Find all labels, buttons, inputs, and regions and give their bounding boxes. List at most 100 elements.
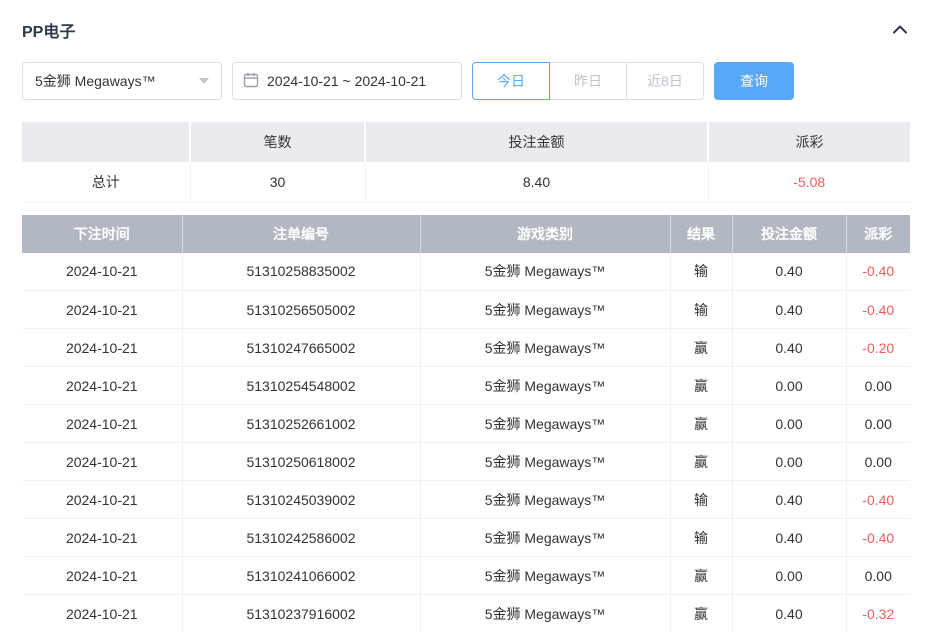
result-cell: 输 — [670, 481, 732, 519]
summary-header-row: 笔数投注金额派彩 — [22, 122, 910, 162]
order-id-cell: 51310241066002 — [182, 557, 420, 595]
summary-count-cell: 30 — [190, 162, 365, 202]
quick-filter-button[interactable]: 今日 — [472, 62, 550, 100]
bet-time-cell: 2024-10-21 — [22, 329, 182, 367]
table-row: 2024-10-21513102410660025金狮 Megaways™赢0.… — [22, 557, 910, 595]
result-cell: 赢 — [670, 367, 732, 405]
quick-filter-button[interactable]: 昨日 — [549, 62, 627, 100]
bet-table-header-cell: 游戏类别 — [420, 215, 670, 253]
quick-filter-group: 今日昨日近8日 — [472, 62, 704, 100]
payout-cell: 0.00 — [846, 557, 910, 595]
order-id-cell: 51310258835002 — [182, 253, 420, 291]
date-range-picker[interactable]: 2024-10-21 ~ 2024-10-21 — [232, 62, 462, 100]
bet-amount-cell: 0.40 — [732, 329, 846, 367]
bet-amount-cell: 0.00 — [732, 367, 846, 405]
game-category-cell: 5金狮 Megaways™ — [420, 367, 670, 405]
result-cell: 赢 — [670, 443, 732, 481]
payout-cell: -0.40 — [846, 253, 910, 291]
result-cell: 输 — [670, 519, 732, 557]
table-row: 2024-10-21513102588350025金狮 Megaways™输0.… — [22, 253, 910, 291]
bet-amount-cell: 0.40 — [732, 481, 846, 519]
bet-time-cell: 2024-10-21 — [22, 367, 182, 405]
order-id-cell: 51310242586002 — [182, 519, 420, 557]
result-cell: 赢 — [670, 557, 732, 595]
game-category-cell: 5金狮 Megaways™ — [420, 557, 670, 595]
game-select[interactable]: 5金狮 Megaways™ — [22, 62, 222, 100]
bet-table-body: 2024-10-21513102588350025金狮 Megaways™输0.… — [22, 253, 910, 632]
game-category-cell: 5金狮 Megaways™ — [420, 519, 670, 557]
order-id-cell: 51310256505002 — [182, 291, 420, 329]
order-id-cell: 51310252661002 — [182, 405, 420, 443]
table-row: 2024-10-21513102379160025金狮 Megaways™赢0.… — [22, 595, 910, 632]
order-id-cell: 51310237916002 — [182, 595, 420, 632]
bet-amount-cell: 0.40 — [732, 595, 846, 632]
collapse-panel-button[interactable] — [890, 21, 910, 40]
bet-table-header-cell: 下注时间 — [22, 215, 182, 253]
table-row: 2024-10-21513102425860025金狮 Megaways™输0.… — [22, 519, 910, 557]
bet-table-header-row: 下注时间注单编号游戏类别结果投注金额派彩 — [22, 215, 910, 253]
game-category-cell: 5金狮 Megaways™ — [420, 291, 670, 329]
bet-table-header-cell: 派彩 — [846, 215, 910, 253]
payout-cell: -0.40 — [846, 291, 910, 329]
payout-cell: 0.00 — [846, 367, 910, 405]
bet-time-cell: 2024-10-21 — [22, 519, 182, 557]
order-id-cell: 51310250618002 — [182, 443, 420, 481]
summary-header-cell: 投注金额 — [365, 122, 708, 162]
bet-time-cell: 2024-10-21 — [22, 405, 182, 443]
table-row: 2024-10-21513102565050025金狮 Megaways™输0.… — [22, 291, 910, 329]
filter-row: 5金狮 Megaways™ 2024-10-21 ~ 2024-10-21 今日… — [22, 62, 910, 100]
summary-bet-amount-cell: 8.40 — [365, 162, 708, 202]
game-category-cell: 5金狮 Megaways™ — [420, 253, 670, 291]
summary-total-row: 总计 30 8.40 -5.08 — [22, 162, 910, 202]
summary-header-cell: 笔数 — [190, 122, 365, 162]
quick-filter-button[interactable]: 近8日 — [626, 62, 704, 100]
payout-cell: -0.20 — [846, 329, 910, 367]
bet-time-cell: 2024-10-21 — [22, 557, 182, 595]
bet-table-header-cell: 结果 — [670, 215, 732, 253]
game-category-cell: 5金狮 Megaways™ — [420, 595, 670, 632]
bet-time-cell: 2024-10-21 — [22, 481, 182, 519]
bet-time-cell: 2024-10-21 — [22, 595, 182, 632]
result-cell: 输 — [670, 253, 732, 291]
chevron-down-icon — [199, 78, 209, 84]
table-row: 2024-10-21513102476650025金狮 Megaways™赢0.… — [22, 329, 910, 367]
result-cell: 赢 — [670, 329, 732, 367]
bet-amount-cell: 0.40 — [732, 253, 846, 291]
page: PP电子 5金狮 Megaways™ 2024-10-21 ~ 2024-10-… — [0, 0, 932, 632]
payout-cell: 0.00 — [846, 443, 910, 481]
summary-payout-cell: -5.08 — [708, 162, 910, 202]
calendar-icon — [243, 72, 259, 91]
bet-amount-cell: 0.00 — [732, 405, 846, 443]
search-button[interactable]: 查询 — [714, 62, 794, 100]
bet-table: 下注时间注单编号游戏类别结果投注金额派彩 2024-10-21513102588… — [22, 215, 910, 632]
bet-table-header-cell: 注单编号 — [182, 215, 420, 253]
order-id-cell: 51310254548002 — [182, 367, 420, 405]
bet-time-cell: 2024-10-21 — [22, 291, 182, 329]
bet-time-cell: 2024-10-21 — [22, 443, 182, 481]
table-row: 2024-10-21513102506180025金狮 Megaways™赢0.… — [22, 443, 910, 481]
bet-time-cell: 2024-10-21 — [22, 253, 182, 291]
summary-header-cell — [22, 122, 190, 162]
bet-amount-cell: 0.40 — [732, 291, 846, 329]
summary-total-label: 总计 — [22, 162, 190, 202]
panel-header: PP电子 — [22, 14, 910, 46]
summary-table: 笔数投注金额派彩 总计 30 8.40 -5.08 — [22, 122, 910, 203]
order-id-cell: 51310247665002 — [182, 329, 420, 367]
game-select-value: 5金狮 Megaways™ — [35, 71, 156, 91]
table-row: 2024-10-21513102450390025金狮 Megaways™输0.… — [22, 481, 910, 519]
bet-amount-cell: 0.00 — [732, 557, 846, 595]
bet-amount-cell: 0.00 — [732, 443, 846, 481]
order-id-cell: 51310245039002 — [182, 481, 420, 519]
payout-cell: -0.40 — [846, 519, 910, 557]
game-category-cell: 5金狮 Megaways™ — [420, 329, 670, 367]
game-category-cell: 5金狮 Megaways™ — [420, 481, 670, 519]
chevron-up-icon — [892, 23, 908, 38]
result-cell: 赢 — [670, 595, 732, 632]
payout-cell: -0.40 — [846, 481, 910, 519]
page-title: PP电子 — [22, 18, 75, 42]
payout-cell: -0.32 — [846, 595, 910, 632]
bet-amount-cell: 0.40 — [732, 519, 846, 557]
date-range-value: 2024-10-21 ~ 2024-10-21 — [267, 73, 426, 89]
summary-header-cell: 派彩 — [708, 122, 910, 162]
payout-cell: 0.00 — [846, 405, 910, 443]
